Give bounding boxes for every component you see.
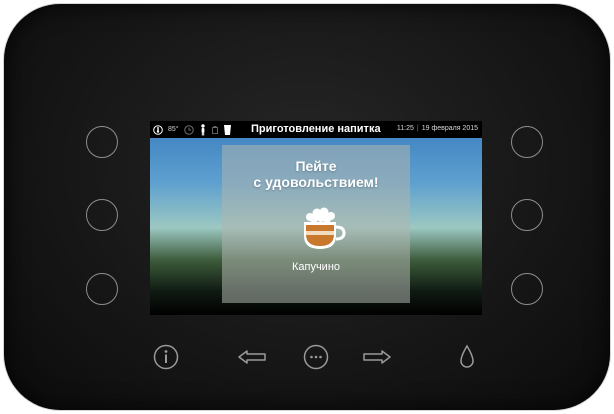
arrow-left-icon[interactable] [237, 349, 267, 365]
time-value: 11:25 [396, 125, 414, 132]
date-time: 11:25 | 19 февраля 2015 [397, 125, 478, 132]
cup-icon [223, 124, 231, 135]
right-button-1[interactable] [511, 126, 543, 158]
arrow-right-icon[interactable] [362, 349, 392, 365]
right-button-2[interactable] [511, 199, 543, 231]
menu-dots-icon[interactable] [303, 344, 329, 370]
water-drop-icon[interactable] [458, 344, 476, 370]
left-button-3[interactable] [86, 273, 118, 305]
milk-container-icon [211, 125, 218, 134]
drink-name: Капучино [291, 261, 341, 273]
status-icons: 85° [153, 123, 232, 136]
clock-icon [183, 124, 194, 135]
thermometer-icon [153, 124, 163, 135]
coffee-machine-panel: 85° Приготовление напитка 11:25 | 19 фев… [4, 4, 610, 410]
right-button-3[interactable] [511, 273, 543, 305]
enjoy-message-line-1: Пейте [295, 158, 337, 174]
info-icon[interactable] [153, 344, 179, 370]
screen-title: Приготовление напитка [251, 123, 381, 135]
left-button-2[interactable] [86, 199, 118, 231]
drink-status-card: Пейте с удовольствием! Капучино [222, 145, 410, 303]
status-bar: 85° Приготовление напитка 11:25 | 19 фев… [150, 121, 482, 138]
date-value: 19 февраля 2015 [421, 125, 478, 132]
temperature-value: 85° [168, 126, 179, 133]
divider: | [416, 125, 419, 132]
left-button-1[interactable] [86, 126, 118, 158]
display-screen: 85° Приготовление напитка 11:25 | 19 фев… [150, 121, 482, 315]
enjoy-message-line-2: с удовольствием! [253, 174, 379, 190]
person-icon [200, 123, 205, 135]
enjoy-message: Пейте с удовольствием! [222, 158, 410, 190]
cappuccino-cup-icon [304, 207, 346, 249]
